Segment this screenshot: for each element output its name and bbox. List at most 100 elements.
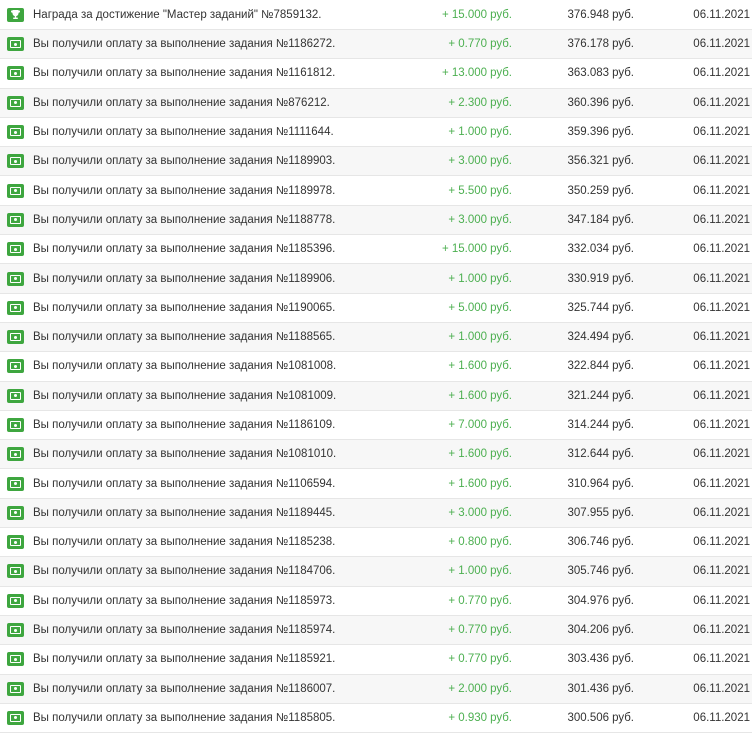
amount-currency: руб.	[490, 682, 512, 695]
balance-after: 376.178 руб.	[540, 30, 634, 58]
balance-after: 303.436 руб.	[540, 645, 634, 673]
amount-value: + 0.770	[448, 624, 488, 637]
transaction-amount: + 0.930 руб.	[420, 704, 512, 732]
balance-after: 359.396 руб.	[540, 118, 634, 146]
money-icon	[7, 359, 24, 374]
icon-cell	[7, 264, 25, 292]
transaction-description: Вы получили оплату за выполнение задания…	[33, 155, 336, 168]
amount-value: + 3.000	[448, 213, 488, 226]
amount-currency: руб.	[490, 477, 512, 490]
balance-value: 347.184	[567, 213, 610, 226]
money-icon	[7, 388, 24, 403]
balance-value: 321.244	[567, 389, 610, 402]
transaction-description: Вы получили оплату за выполнение задания…	[33, 360, 337, 373]
amount-value: + 15.000	[441, 243, 488, 256]
amount-currency: руб.	[490, 184, 512, 197]
balance-currency: руб.	[612, 419, 634, 431]
money-icon	[7, 125, 24, 140]
transaction-amount: + 0.770 руб.	[420, 645, 512, 673]
amount-value: + 15.000	[441, 8, 488, 21]
table-row: Вы получили оплату за выполнение задания…	[0, 176, 752, 206]
balance-currency: руб.	[612, 624, 634, 637]
table-row: Вы получили оплату за выполнение задания…	[0, 322, 752, 353]
balance-value: 306.746	[567, 536, 610, 549]
transaction-amount: + 0.770 руб.	[420, 616, 512, 644]
transaction-description: Вы получили оплату за выполнение задания…	[33, 301, 336, 314]
transaction-date: 06.11.2021	[693, 419, 750, 431]
icon-cell	[7, 499, 25, 527]
balance-value: 330.919	[567, 272, 610, 285]
amount-value: + 5.000	[448, 301, 488, 314]
money-icon	[7, 154, 24, 169]
table-row: Вы получили оплату за выполнение задания…	[0, 118, 752, 148]
icon-cell	[7, 440, 25, 468]
transaction-date: 06.11.2021	[693, 506, 750, 519]
balance-value: 314.244	[567, 419, 610, 431]
transaction-description: Награда за достижение "Мастер заданий" №…	[33, 8, 322, 21]
balance-value: 312.644	[567, 448, 610, 461]
transaction-date: 06.11.2021	[693, 301, 750, 314]
amount-currency: руб.	[490, 711, 512, 724]
balance-value: 376.178	[567, 38, 610, 51]
balance-value: 304.976	[567, 594, 610, 607]
amount-currency: руб.	[490, 448, 512, 461]
table-row: Вы получили оплату за выполнение задания…	[0, 59, 752, 89]
balance-currency: руб.	[612, 594, 634, 607]
balance-currency: руб.	[612, 653, 634, 666]
amount-currency: руб.	[490, 594, 512, 607]
amount-value: + 0.770	[448, 594, 488, 607]
money-icon	[7, 418, 24, 432]
balance-after: 301.436 руб.	[540, 675, 634, 703]
balance-value: 301.436	[567, 682, 610, 695]
transaction-date: 06.11.2021	[693, 38, 750, 51]
transaction-date: 06.11.2021	[693, 594, 750, 607]
transaction-description: Вы получили оплату за выполнение задания…	[33, 711, 336, 724]
money-icon	[7, 710, 24, 725]
balance-currency: руб.	[612, 213, 634, 226]
transaction-description: Вы получили оплату за выполнение задания…	[33, 96, 330, 109]
balance-currency: руб.	[612, 477, 634, 490]
balance-value: 303.436	[567, 653, 610, 666]
balance-currency: руб.	[612, 301, 634, 314]
transaction-amount: + 1.600 руб.	[420, 352, 512, 380]
transaction-description: Вы получили оплату за выполнение задания…	[33, 565, 336, 578]
amount-currency: руб.	[490, 301, 512, 314]
table-row: Вы получили оплату за выполнение задания…	[0, 674, 752, 704]
transaction-amount: + 5.000 руб.	[420, 294, 512, 322]
transaction-date: 06.11.2021	[693, 565, 750, 578]
transaction-description: Вы получили оплату за выполнение задания…	[33, 624, 336, 637]
balance-value: 360.396	[567, 96, 610, 109]
money-icon	[7, 183, 24, 198]
transaction-description: Вы получили оплату за выполнение задания…	[33, 213, 336, 226]
transaction-date: 06.11.2021	[693, 331, 750, 344]
balance-after: 325.744 руб.	[540, 294, 634, 322]
transaction-description: Вы получили оплату за выполнение задания…	[33, 38, 336, 51]
balance-currency: руб.	[612, 243, 634, 256]
table-row: Вы получили оплату за выполнение задания…	[0, 704, 752, 734]
transaction-date: 06.11.2021	[693, 8, 750, 21]
balance-currency: руб.	[612, 711, 634, 724]
icon-cell	[7, 382, 25, 410]
balance-value: 325.744	[567, 301, 610, 314]
transaction-amount: + 1.000 руб.	[420, 264, 512, 292]
transaction-description: Вы получили оплату за выполнение задания…	[33, 67, 336, 80]
transaction-date: 06.11.2021	[693, 243, 750, 256]
transaction-date: 06.11.2021	[693, 360, 750, 373]
money-icon	[7, 623, 24, 638]
table-row: Вы получили оплату за выполнение задания…	[0, 440, 752, 470]
amount-currency: руб.	[490, 96, 512, 109]
balance-value: 356.321	[567, 155, 610, 168]
icon-cell	[7, 587, 25, 615]
table-row: Вы получили оплату за выполнение задания…	[0, 411, 752, 441]
amount-value: + 7.000	[448, 419, 488, 431]
balance-value: 300.506	[567, 711, 610, 724]
balance-currency: руб.	[612, 389, 634, 402]
icon-cell	[7, 206, 25, 234]
balance-currency: руб.	[612, 38, 634, 51]
amount-currency: руб.	[490, 389, 512, 402]
balance-currency: руб.	[612, 126, 634, 139]
amount-value: + 2.300	[448, 96, 488, 109]
icon-cell	[7, 118, 25, 146]
amount-value: + 1.600	[448, 389, 488, 402]
icon-cell	[7, 704, 25, 732]
